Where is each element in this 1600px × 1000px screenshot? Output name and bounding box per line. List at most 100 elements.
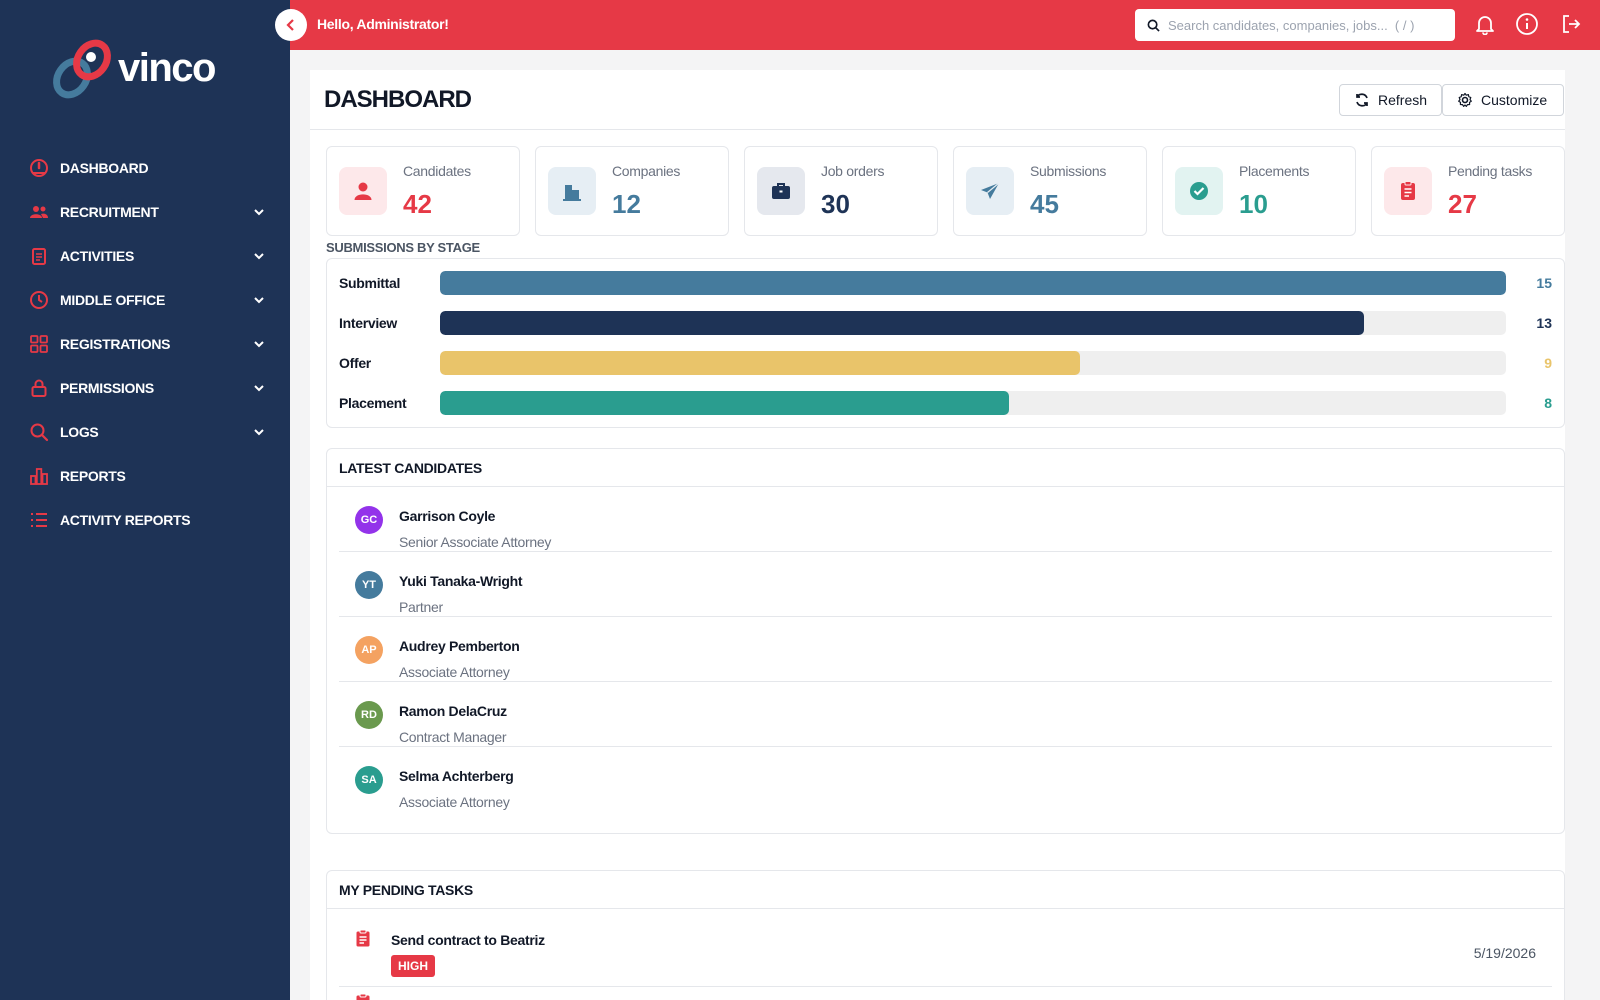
stat-label: Pending tasks <box>1448 163 1533 179</box>
paper-plane-icon <box>981 182 1000 199</box>
stat-icon-bg <box>1175 167 1223 215</box>
sidebar: vinco DASHBOARD RECRUITMENT ACTIVITIES M… <box>0 0 290 1000</box>
sidebar-item-label: LOGS <box>60 424 99 440</box>
refresh-button[interactable]: Refresh <box>1339 84 1443 116</box>
clipboard-icon <box>28 245 50 267</box>
logout-icon <box>1563 15 1581 33</box>
search-input[interactable] <box>1168 17 1438 33</box>
stat-card-companies[interactable]: Companies 12 <box>535 146 729 236</box>
clock-icon <box>28 289 50 311</box>
gear-icon <box>1457 92 1473 108</box>
pending-tasks-title: MY PENDING TASKS <box>327 871 1564 909</box>
greeting: Hello, Administrator! <box>317 16 449 32</box>
chevron-down-icon <box>254 341 264 348</box>
refresh-label: Refresh <box>1378 92 1428 108</box>
sidebar-item-logs[interactable]: LOGS <box>0 410 290 454</box>
submissions-by-stage-title: SUBMISSIONS BY STAGE <box>326 240 480 255</box>
chevron-down-icon <box>254 209 264 216</box>
stage-count: 15 <box>1536 275 1552 291</box>
list-item[interactable]: SA Selma Achterberg Associate Attorney <box>339 747 1552 812</box>
stage-track <box>440 351 1506 375</box>
stage-name: Placement <box>339 395 407 411</box>
chevron-down-icon <box>254 253 264 260</box>
avatar: YT <box>355 571 383 599</box>
collapse-sidebar-button[interactable] <box>275 9 307 41</box>
candidate-name: Garrison Coyle <box>399 508 496 524</box>
customize-label: Customize <box>1481 92 1548 108</box>
task-due-date: 5/19/2026 <box>1473 945 1536 961</box>
sidebar-item-registrations[interactable]: REGISTRATIONS <box>0 322 290 366</box>
task-clipboard-icon <box>355 929 371 952</box>
search-icon <box>28 421 50 443</box>
gauge-icon <box>28 157 50 179</box>
stage-count: 9 <box>1544 355 1552 371</box>
stat-label: Candidates <box>403 163 471 179</box>
customize-button[interactable]: Customize <box>1442 84 1564 116</box>
stat-icon-bg <box>548 167 596 215</box>
page-title: DASHBOARD <box>324 86 472 113</box>
sidebar-item-label: MIDDLE OFFICE <box>60 292 165 308</box>
submissions-by-stage-chart: Submittal 15 Interview 13 Offer 9 Placem… <box>326 258 1565 428</box>
sidebar-nav: DASHBOARD RECRUITMENT ACTIVITIES MIDDLE … <box>0 146 290 542</box>
refresh-icon <box>1354 92 1370 108</box>
stage-row-submittal: Submittal 15 <box>327 271 1564 295</box>
list-item[interactable]: AP Audrey Pemberton Associate Attorney <box>339 617 1552 682</box>
stat-icon-bg <box>1384 167 1432 215</box>
stat-value: 45 <box>1030 189 1059 219</box>
sidebar-item-activity-reports[interactable]: ACTIVITY REPORTS <box>0 498 290 542</box>
bar-chart-icon <box>28 465 50 487</box>
stat-value: 42 <box>403 189 432 219</box>
logo-mark-icon <box>53 39 111 99</box>
list-item[interactable]: YT Yuki Tanaka-Wright Partner <box>339 552 1552 617</box>
stage-count: 13 <box>1536 315 1552 331</box>
candidate-role: Associate Attorney <box>399 664 510 680</box>
stage-bar <box>440 311 1364 335</box>
sidebar-item-recruitment[interactable]: RECRUITMENT <box>0 190 290 234</box>
topbar: Hello, Administrator! <box>290 0 1600 50</box>
candidate-name: Ramon DelaCruz <box>399 703 507 719</box>
stage-name: Interview <box>339 315 397 331</box>
stage-row-interview: Interview 13 <box>327 311 1564 335</box>
stat-card-candidates[interactable]: Candidates 42 <box>326 146 520 236</box>
list-item[interactable]: GC Garrison Coyle Senior Associate Attor… <box>339 487 1552 552</box>
candidate-role: Contract Manager <box>399 729 507 745</box>
users-icon <box>28 201 50 223</box>
avatar: GC <box>355 506 383 534</box>
list-item[interactable]: RD Ramon DelaCruz Contract Manager <box>339 682 1552 747</box>
stat-card-placements[interactable]: Placements 10 <box>1162 146 1356 236</box>
sidebar-item-activities[interactable]: ACTIVITIES <box>0 234 290 278</box>
stage-count: 8 <box>1544 395 1552 411</box>
stat-cards: Candidates 42 Companies 12 Job orders 30… <box>326 146 1565 236</box>
stage-row-placement: Placement 8 <box>327 391 1564 415</box>
sidebar-item-dashboard[interactable]: DASHBOARD <box>0 146 290 190</box>
sidebar-item-permissions[interactable]: PERMISSIONS <box>0 366 290 410</box>
sidebar-item-label: REPORTS <box>60 468 126 484</box>
stat-value: 27 <box>1448 189 1477 219</box>
stat-card-pending-tasks[interactable]: Pending tasks 27 <box>1371 146 1565 236</box>
stat-card-job-orders[interactable]: Job orders 30 <box>744 146 938 236</box>
user-icon <box>354 182 372 200</box>
avatar: RD <box>355 701 383 729</box>
sidebar-item-middle-office[interactable]: MIDDLE OFFICE <box>0 278 290 322</box>
stage-name: Offer <box>339 355 371 371</box>
vinco-logo[interactable]: vinco <box>50 38 220 104</box>
brand-name: vinco <box>118 46 216 90</box>
stat-value: 10 <box>1239 189 1268 219</box>
info-button[interactable] <box>1514 11 1540 37</box>
task-row[interactable]: Send contract to Beatriz HIGH 5/19/2026 <box>339 909 1552 987</box>
stage-row-offer: Offer 9 <box>327 351 1564 375</box>
stat-icon-bg <box>966 167 1014 215</box>
stage-bar <box>440 351 1080 375</box>
global-search[interactable] <box>1135 9 1455 41</box>
list-icon <box>28 509 50 531</box>
sidebar-item-label: DASHBOARD <box>60 160 149 176</box>
notifications-button[interactable] <box>1472 11 1498 37</box>
task-name: Send contract to Beatriz <box>391 932 545 948</box>
priority-badge: HIGH <box>391 955 435 977</box>
logout-button[interactable] <box>1558 11 1584 37</box>
stat-card-submissions[interactable]: Submissions 45 <box>953 146 1147 236</box>
sidebar-item-label: ACTIVITIES <box>60 248 135 264</box>
candidate-name: Yuki Tanaka-Wright <box>399 573 523 589</box>
sidebar-item-reports[interactable]: REPORTS <box>0 454 290 498</box>
stage-name: Submittal <box>339 275 401 291</box>
